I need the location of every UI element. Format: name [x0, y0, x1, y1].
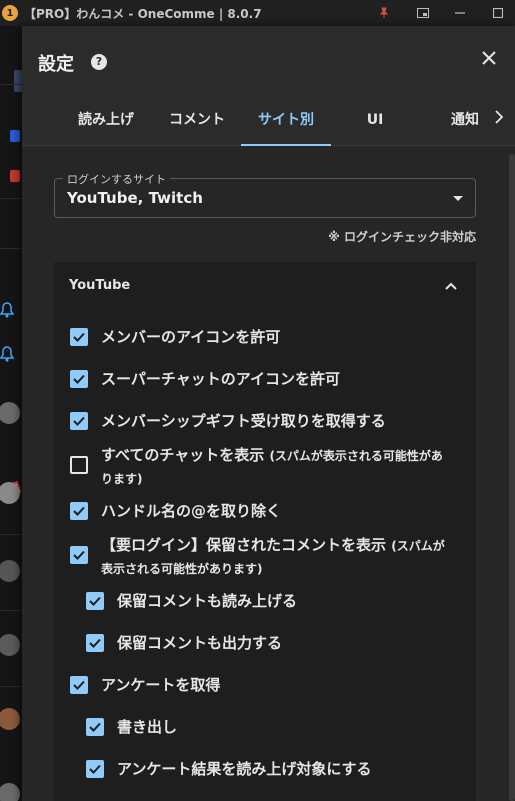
- login-site-select[interactable]: ログインするサイト YouTube, Twitch: [54, 171, 476, 218]
- checkbox-checked[interactable]: [70, 676, 88, 694]
- color-swatch-icon: [10, 170, 20, 182]
- checkbox-checked[interactable]: [86, 718, 104, 736]
- option-show-held-comments[interactable]: 【要ログイン】保留されたコメントを表示 (スパムが表示される可能性があります): [70, 534, 450, 580]
- option-strip-handle-at[interactable]: ハンドル名の@を取り除く: [70, 500, 460, 522]
- dropdown-arrow-icon: [453, 196, 463, 201]
- background-app-panel: new: [0, 26, 24, 801]
- chevron-up-icon[interactable]: [444, 278, 458, 292]
- checkbox-checked[interactable]: [70, 546, 88, 564]
- option-label: 書き出し: [117, 718, 178, 736]
- login-site-value: YouTube, Twitch: [67, 189, 203, 207]
- option-output-held-comments[interactable]: 保留コメントも出力する: [86, 632, 456, 654]
- option-read-held-comments[interactable]: 保留コメントも読み上げる: [86, 590, 456, 612]
- help-icon[interactable]: ?: [91, 54, 107, 70]
- option-label: 【要ログイン】保留されたコメントを表示 (スパムが表示される可能性があります): [101, 536, 445, 576]
- divider: [0, 84, 22, 85]
- bell-icon: [0, 302, 16, 318]
- dialog-header: 設定 ?: [22, 26, 515, 96]
- checkbox-checked[interactable]: [86, 634, 104, 652]
- option-label: メンバーのアイコンを許可: [101, 328, 281, 346]
- option-label: メンバーシップギフト受け取りを取得する: [101, 412, 386, 430]
- tab-notification[interactable]: 通知: [440, 102, 490, 146]
- checkbox-checked[interactable]: [70, 412, 88, 430]
- divider: [0, 198, 22, 199]
- avatar: [0, 482, 20, 504]
- settings-tabs: 読み上げ コメント サイト別 UI 通知: [22, 102, 515, 146]
- option-fetch-poll[interactable]: アンケートを取得: [70, 674, 460, 696]
- checkbox-checked[interactable]: [86, 592, 104, 610]
- avatar: [0, 708, 20, 730]
- pin-icon[interactable]: [375, 4, 393, 22]
- login-check-note: ※ ログインチェック非対応: [328, 230, 476, 244]
- window-title: 【PRO】わんコメ - OneComme | 8.0.7: [24, 6, 262, 21]
- checkbox-checked[interactable]: [70, 370, 88, 388]
- avatar: [0, 783, 20, 801]
- tab-comment[interactable]: コメント: [159, 102, 235, 146]
- picture-in-picture-icon[interactable]: [414, 4, 432, 22]
- divider: [0, 610, 22, 611]
- dialog-title: 設定: [38, 54, 74, 75]
- checkbox-checked[interactable]: [86, 760, 104, 778]
- settings-content: ログインするサイト YouTube, Twitch ※ ログインチェック非対応 …: [22, 146, 515, 801]
- minimize-icon[interactable]: [451, 4, 469, 22]
- section-title: YouTube: [69, 278, 131, 293]
- option-export-poll[interactable]: 書き出し: [86, 716, 456, 738]
- option-label: 保留コメントも出力する: [117, 634, 283, 652]
- avatar: [0, 402, 20, 424]
- tab-site-specific[interactable]: サイト別: [241, 102, 331, 146]
- option-label: スーパーチャットのアイコンを許可: [101, 370, 340, 388]
- checkbox-checked[interactable]: [70, 328, 88, 346]
- checkbox-checked[interactable]: [70, 502, 88, 520]
- color-swatch-icon: [10, 130, 20, 142]
- tab-ui[interactable]: UI: [352, 102, 398, 146]
- option-label: 保留コメントも読み上げる: [117, 592, 298, 610]
- option-label: ハンドル名の@を取り除く: [101, 502, 282, 520]
- window-titlebar: 1 【PRO】わんコメ - OneComme | 8.0.7: [0, 0, 515, 26]
- avatar: [0, 560, 20, 582]
- option-label: アンケートを取得: [101, 676, 221, 694]
- option-label: アンケート結果を読み上げ対象にする: [117, 760, 372, 778]
- divider: [0, 534, 22, 535]
- login-site-label: ログインするサイト: [63, 171, 170, 187]
- tab-scroll-right-icon[interactable]: [495, 110, 509, 130]
- option-read-poll-results[interactable]: アンケート結果を読み上げ対象にする: [86, 758, 456, 780]
- avatar: [0, 634, 20, 656]
- close-icon[interactable]: [477, 48, 501, 72]
- divider: [0, 248, 22, 249]
- scrollbar[interactable]: [509, 154, 515, 801]
- option-superchat-icon[interactable]: スーパーチャットのアイコンを許可: [70, 368, 460, 390]
- option-membership-gift[interactable]: メンバーシップギフト受け取りを取得する: [70, 410, 460, 432]
- option-show-all-chat[interactable]: すべてのチャットを表示 (スパムが表示される可能性があります): [70, 444, 450, 490]
- bell-icon: [0, 346, 16, 362]
- option-label: すべてのチャットを表示 (スパムが表示される可能性があります): [101, 446, 443, 486]
- checkbox-unchecked[interactable]: [70, 456, 88, 474]
- divider: [0, 686, 22, 687]
- app-logo-icon: 1: [2, 5, 18, 21]
- youtube-section: YouTube メンバーのアイコンを許可 スーパーチャットのアイコンを許可 メン…: [54, 262, 476, 801]
- maximize-icon[interactable]: [489, 4, 507, 22]
- option-member-icon[interactable]: メンバーのアイコンを許可: [70, 326, 460, 348]
- tab-read-aloud[interactable]: 読み上げ: [68, 102, 144, 146]
- settings-dialog: 設定 ? 読み上げ コメント サイト別 UI 通知 ログインするサイト YouT…: [22, 26, 515, 801]
